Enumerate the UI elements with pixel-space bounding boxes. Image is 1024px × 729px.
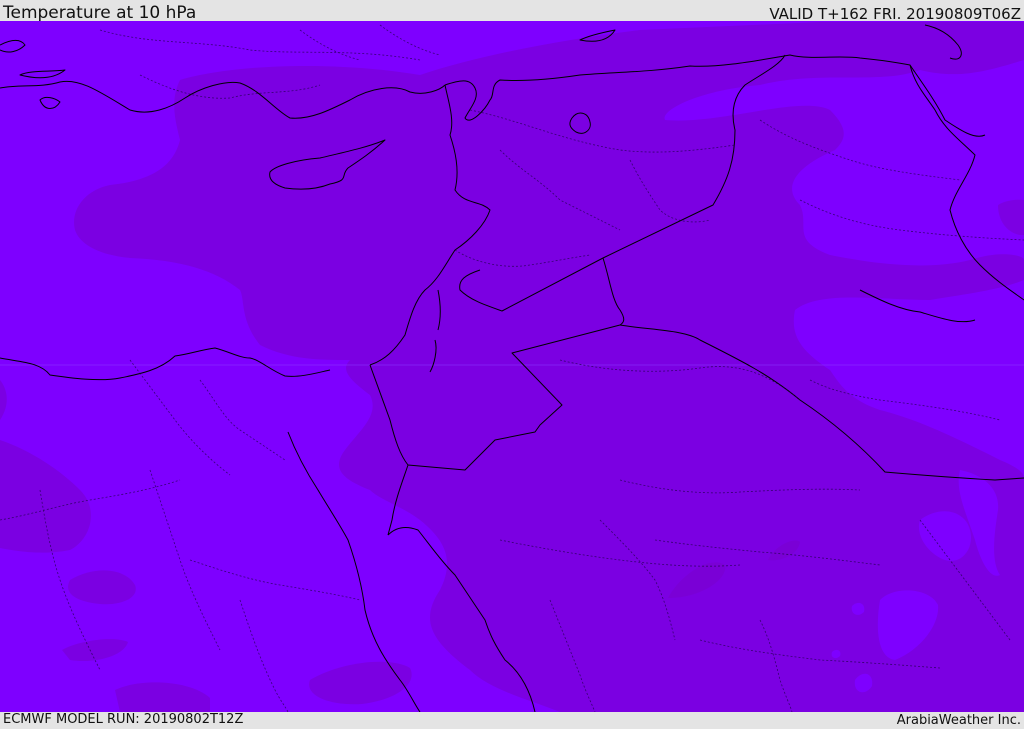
map-canvas: [0, 21, 1024, 712]
credit-label: ArabiaWeather Inc.: [896, 713, 1021, 728]
weather-map: [0, 21, 1024, 712]
hole-small-1: [851, 602, 865, 615]
map-title: Temperature at 10 hPa: [3, 3, 197, 23]
header-bar: Temperature at 10 hPa VALID T+162 FRI. 2…: [0, 0, 1024, 23]
footer-bar: ECMWF MODEL RUN: 20190802T12Z ArabiaWeat…: [0, 712, 1024, 729]
model-run-label: ECMWF MODEL RUN: 20190802T12Z: [3, 712, 244, 727]
